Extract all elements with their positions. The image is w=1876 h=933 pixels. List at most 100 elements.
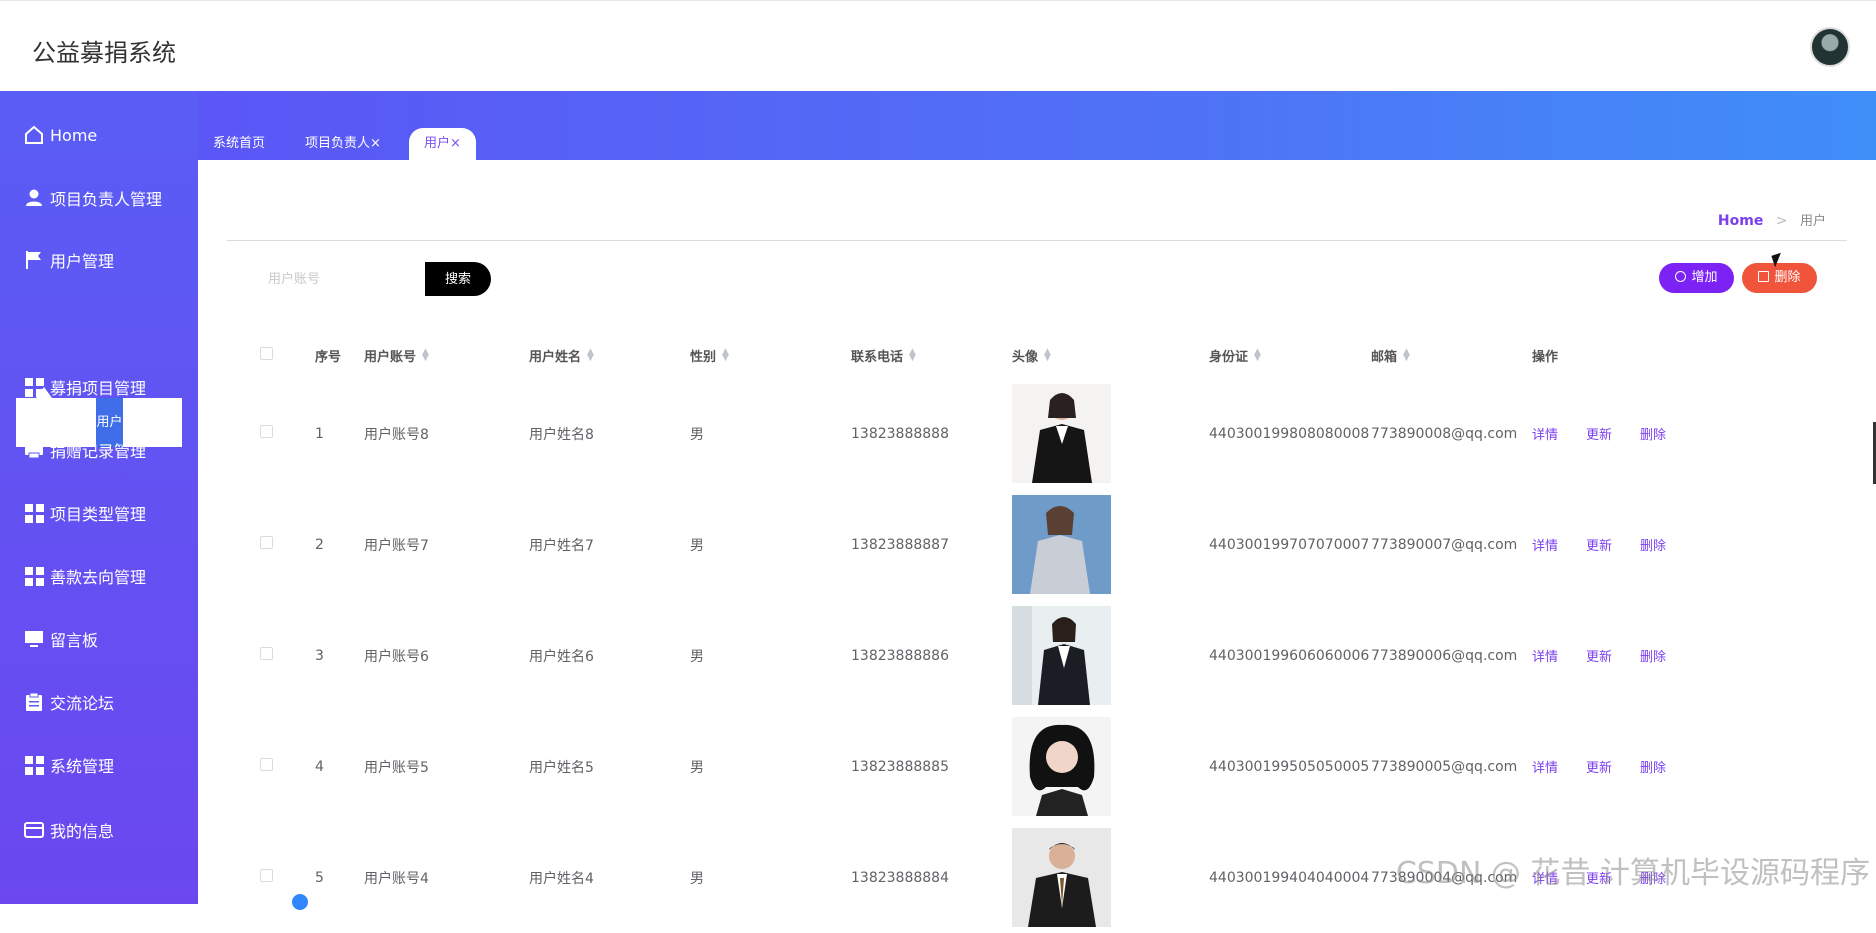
row-checkbox[interactable]	[260, 647, 273, 660]
cell-name: 用户姓名4	[529, 870, 594, 887]
detail-link[interactable]: 详情	[1532, 761, 1558, 776]
tab-bar: 系统首页 项目负责人× 用户×	[198, 91, 1876, 160]
col-account[interactable]: 用户账号 ▲ ▼	[364, 332, 529, 378]
sidebar-item-label: 善款去向管理	[50, 568, 147, 587]
avatar-photo[interactable]	[1012, 717, 1111, 816]
cell-account: 用户账号4	[364, 870, 429, 887]
tab-label: 用户	[424, 136, 451, 151]
sidebar-item-my-info[interactable]: 我的信息	[24, 815, 114, 845]
detail-link[interactable]: 详情	[1532, 650, 1558, 665]
add-button-label: 增加	[1691, 270, 1718, 285]
avatar-photo[interactable]	[1012, 495, 1111, 594]
grid-icon	[24, 566, 44, 586]
col-label: 用户账号	[364, 349, 417, 365]
cell-index: 1	[315, 425, 324, 442]
cell-account: 用户账号5	[364, 759, 429, 776]
update-link[interactable]: 更新	[1586, 650, 1612, 665]
sidebar-item-project-owner[interactable]: 项目负责人管理	[24, 183, 162, 213]
user-avatar[interactable]	[1810, 27, 1850, 67]
sidebar-item-label: 捐赠记录管理	[50, 442, 147, 461]
grid-icon	[24, 755, 44, 775]
sort-icon[interactable]: ▲ ▼	[422, 347, 429, 362]
tab-user[interactable]: 用户×	[409, 128, 476, 160]
main-content: Home > 用户 搜索 增加 删除 序号 用户账号 ▲▼ 用户姓名 ▲▼ 性别 ▲▼…	[198, 160, 1876, 927]
sidebar-item-fund-usage[interactable]: 善款去向管理	[24, 561, 146, 591]
cell-email: 773890007@qq.com	[1371, 536, 1518, 553]
col-email[interactable]: 邮箱 ▲ ▼	[1371, 332, 1532, 378]
col-label: 用户姓名	[529, 349, 582, 365]
sort-icon[interactable]: ▲ ▼	[722, 347, 729, 362]
close-icon[interactable]: ×	[370, 136, 381, 151]
update-link[interactable]: 更新	[1586, 428, 1612, 443]
select-all-checkbox[interactable]	[260, 346, 273, 360]
sidebar-item-label: 交流论坛	[50, 694, 115, 713]
add-button[interactable]: 增加	[1659, 263, 1734, 293]
cell-account: 用户账号7	[364, 537, 429, 554]
col-phone[interactable]: 联系电话 ▲ ▼	[851, 332, 1012, 378]
row-checkbox[interactable]	[260, 758, 273, 771]
sidebar-item-label: 系统管理	[50, 757, 115, 776]
sort-icon[interactable]: ▲ ▼	[1403, 347, 1410, 362]
row-checkbox[interactable]	[260, 425, 273, 438]
tab-home[interactable]: 系统首页	[198, 128, 280, 160]
cell-name: 用户姓名5	[529, 759, 594, 776]
cell-phone: 13823888888	[851, 425, 949, 442]
sidebar-item-project-types[interactable]: 项目类型管理	[24, 498, 146, 528]
cell-index: 5	[315, 869, 324, 886]
sidebar-item-fundraising-projects[interactable]: 募捐项目管理	[24, 372, 146, 402]
table-row: 2 用户账号7 用户姓名7 男 13823888887 440300199707…	[260, 489, 1712, 600]
breadcrumb: Home > 用户	[1718, 210, 1826, 229]
avatar-photo[interactable]	[1012, 384, 1111, 483]
col-id-card[interactable]: 身份证 ▲ ▼	[1209, 332, 1371, 378]
update-link[interactable]: 更新	[1586, 761, 1612, 776]
sort-icon[interactable]: ▲ ▼	[1254, 347, 1261, 362]
sidebar-item-message-board[interactable]: 留言板	[24, 624, 98, 654]
sidebar-item-home[interactable]: Home	[24, 120, 97, 150]
sort-icon[interactable]: ▲ ▼	[587, 347, 594, 362]
update-link[interactable]: 更新	[1586, 539, 1612, 554]
detail-link[interactable]: 详情	[1532, 428, 1558, 443]
home-icon	[24, 125, 44, 145]
sort-icon[interactable]: ▲ ▼	[909, 347, 916, 362]
divider	[227, 240, 1847, 241]
cell-name: 用户姓名6	[529, 648, 594, 665]
sidebar-item-forum[interactable]: 交流论坛	[24, 687, 114, 717]
sidebar-item-users[interactable]: 用户管理	[24, 245, 114, 275]
col-actions: 操作	[1532, 349, 1559, 365]
sidebar-item-system[interactable]: 系统管理	[24, 750, 114, 780]
cell-name: 用户姓名7	[529, 537, 594, 554]
delete-link[interactable]: 删除	[1640, 650, 1666, 665]
row-checkbox[interactable]	[260, 536, 273, 549]
avatar-photo[interactable]	[1012, 828, 1111, 927]
cell-id-card: 440300199606060006	[1209, 647, 1370, 664]
delete-link[interactable]: 删除	[1640, 428, 1666, 443]
grid-icon	[24, 377, 44, 397]
sidebar-item-donation-records[interactable]: 捐赠记录管理	[24, 435, 146, 465]
delete-link[interactable]: 删除	[1640, 761, 1666, 776]
watermark: CSDN @ 花昔 计算机毕设源码程序	[1395, 856, 1870, 891]
tab-project-owner[interactable]: 项目负责人×	[290, 128, 396, 160]
avatar-photo[interactable]	[1012, 606, 1111, 705]
detail-link[interactable]: 详情	[1532, 539, 1558, 554]
scroll-handle[interactable]	[292, 894, 308, 910]
col-label: 身份证	[1209, 349, 1249, 365]
card-icon	[24, 820, 44, 840]
cell-account: 用户账号6	[364, 648, 429, 665]
sort-icon[interactable]: ▲ ▼	[1044, 347, 1051, 362]
col-avatar[interactable]: 头像 ▲ ▼	[1012, 332, 1209, 378]
delete-link[interactable]: 删除	[1640, 539, 1666, 554]
table-row: 4 用户账号5 用户姓名5 男 13823888885 440300199505…	[260, 711, 1712, 822]
row-checkbox[interactable]	[260, 869, 273, 882]
search-input[interactable]	[230, 261, 390, 295]
col-gender[interactable]: 性别 ▲ ▼	[690, 332, 851, 378]
cell-phone: 13823888885	[851, 758, 949, 775]
search-button[interactable]: 搜索	[425, 262, 491, 296]
monitor-icon	[24, 629, 44, 649]
close-icon[interactable]: ×	[450, 136, 461, 151]
sidebar-item-label: 项目类型管理	[50, 505, 147, 524]
breadcrumb-home[interactable]: Home	[1718, 213, 1763, 229]
cell-phone: 13823888884	[851, 869, 949, 886]
top-bar: 公益募捐系统	[0, 0, 1876, 91]
col-name[interactable]: 用户姓名 ▲ ▼	[529, 332, 690, 378]
delete-button[interactable]: 删除	[1742, 263, 1817, 293]
